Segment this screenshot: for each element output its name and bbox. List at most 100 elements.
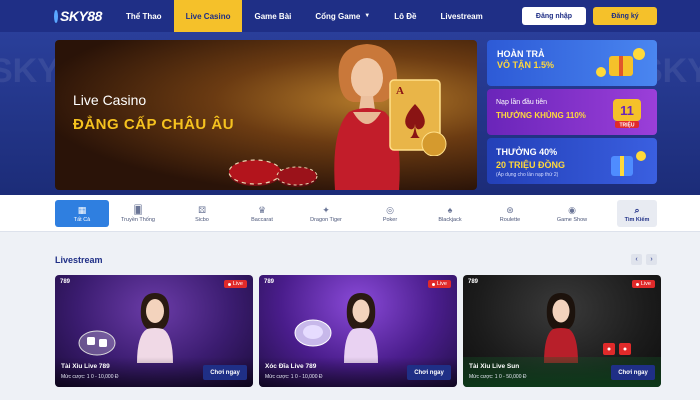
livestream-card[interactable]: 789 Live Tài Xỉu Live Sun Mức cược: 1 0 …: [463, 275, 661, 387]
gift-box-icon: [611, 151, 646, 176]
hero-section: SKY SKY Live Casino ĐẲNG CẤP CHÂU ÂU A H…: [0, 32, 700, 195]
nav-label: Cổng Game: [315, 11, 361, 21]
category-label: Tất Cả: [73, 216, 91, 223]
carousel-next-button[interactable]: ›: [646, 254, 657, 265]
category-roulette[interactable]: ⊛ Roulette: [483, 200, 537, 227]
dealer-image: [344, 293, 378, 363]
nav-item-lo-de[interactable]: Lô Đề: [382, 0, 428, 32]
xoc-dia-plate-image: [294, 319, 332, 347]
nav-item-the-thao[interactable]: Thể Thao: [114, 0, 174, 32]
category-traditional[interactable]: 🂠 Truyền Thống: [111, 200, 165, 227]
dice-image: [603, 343, 631, 355]
poker-chips-image: [228, 159, 318, 187]
register-button[interactable]: Đăng ký: [593, 7, 657, 25]
dice-cup-image: [78, 330, 116, 356]
gameshow-icon: ◉: [568, 204, 576, 215]
brand-logo: 789: [468, 279, 479, 285]
promo-line: VÔ TẬN 1.5%: [497, 60, 555, 70]
site-logo[interactable]: SKY88: [54, 4, 102, 28]
search-icon: ⌕: [634, 204, 640, 215]
category-label: Sicbo: [195, 216, 209, 223]
nav-label: Game Bài: [254, 11, 292, 21]
ace-card-image: A: [389, 79, 447, 156]
logo-badge-icon: [54, 9, 58, 23]
banner-subtitle: ĐẲNG CẤP CHÂU ÂU: [73, 116, 235, 133]
main-nav: Thể Thao Live Casino Game Bài Cổng Game ▼…: [114, 0, 495, 32]
dealer-image: [544, 293, 578, 363]
login-button[interactable]: Đăng nhập: [522, 7, 586, 25]
bet-range: Mức cược: 1 0 - 10,000 Đ: [265, 374, 323, 380]
nav-label: Lô Đề: [394, 11, 417, 21]
category-game-show[interactable]: ◉ Game Show: [545, 200, 599, 227]
svg-text:A: A: [396, 85, 404, 97]
promo-banner-rebate[interactable]: HOÀN TRẢ VÔ TẬN 1.5%: [487, 40, 657, 86]
nav-label: Livestream: [440, 11, 483, 21]
blackjack-icon: ♠: [447, 204, 453, 215]
game-name: Xóc Đĩa Live 789: [265, 363, 317, 370]
category-label: Tìm Kiếm: [624, 216, 650, 223]
category-label: Truyền Thống: [121, 216, 155, 223]
live-badge: Live: [631, 280, 655, 288]
grid-icon: ▦: [77, 204, 87, 215]
live-badge: Live: [223, 280, 247, 288]
nav-item-live-casino[interactable]: Live Casino: [173, 0, 243, 32]
live-badge-label: Live: [436, 281, 447, 287]
livestream-card[interactable]: 789 Live Tài Xỉu Live 789 Mức cược: 1 0 …: [55, 275, 253, 387]
livestream-card[interactable]: 789 Live Xóc Đĩa Live 789 Mức cược: 1 0 …: [259, 275, 457, 387]
brand-logo: 789: [264, 279, 275, 285]
nav-item-game-bai[interactable]: Game Bài: [242, 0, 303, 32]
main-banner[interactable]: Live Casino ĐẲNG CẤP CHÂU ÂU A: [55, 40, 477, 190]
category-label: Dragon Tiger: [310, 216, 342, 223]
promo-banner-second-deposit[interactable]: THƯỞNG 40% 20 TRIỆU ĐỒNG (Áp dụng cho lầ…: [487, 138, 657, 184]
nav-item-livestream[interactable]: Livestream: [428, 0, 494, 32]
live-badge-label: Live: [232, 281, 243, 287]
live-dot-icon: [227, 282, 231, 286]
category-sicbo[interactable]: ⚄ Sicbo: [175, 200, 229, 227]
game-name: Tài Xỉu Live Sun: [469, 363, 520, 370]
promo-note: (Áp dụng cho lần nạp thứ 2): [496, 172, 559, 178]
bonus-badge-icon: 11 TRIỆU: [613, 99, 641, 129]
category-label: Game Show: [556, 216, 588, 223]
category-baccarat[interactable]: ♛ Baccarat: [235, 200, 289, 227]
roulette-icon: ⊛: [506, 204, 514, 215]
carousel-prev-button[interactable]: ‹: [631, 254, 642, 265]
baccarat-icon: ♛: [257, 204, 267, 215]
bet-range: Mức cược: 1 0 - 50,000 Đ: [469, 374, 527, 380]
promo-badge-number: 11: [620, 103, 634, 118]
live-badge: Live: [427, 280, 451, 288]
dragon-icon: ✦: [322, 204, 330, 215]
category-label: Blackjack: [438, 216, 462, 223]
promo-badge-word: TRIỆU: [620, 121, 635, 129]
top-header: SKY88 Thể Thao Live Casino Game Bài Cổng…: [0, 0, 700, 32]
category-all[interactable]: ▦ Tất Cả: [55, 200, 109, 227]
category-poker[interactable]: ◎ Poker: [363, 200, 417, 227]
promo-banner-first-deposit[interactable]: Nạp lần đầu tiên THƯỞNG KHỦNG 110% 11 TR…: [487, 89, 657, 135]
logo-text: SKY88: [60, 8, 102, 24]
game-name: Tài Xỉu Live 789: [61, 363, 110, 370]
brand-logo: 789: [60, 279, 71, 285]
play-now-button[interactable]: Chơi ngay: [203, 365, 247, 380]
play-now-button[interactable]: Chơi ngay: [407, 365, 451, 380]
dice-icon: ⚄: [198, 204, 206, 215]
live-dot-icon: [431, 282, 435, 286]
promo-line: THƯỞNG 40%: [496, 147, 558, 157]
play-now-button[interactable]: Chơi ngay: [611, 365, 655, 380]
nav-item-cong-game[interactable]: Cổng Game ▼: [303, 0, 382, 32]
cards-icon: 🂠: [133, 204, 143, 215]
dealer-image: [137, 293, 173, 363]
category-search-button[interactable]: ⌕ Tìm Kiếm: [617, 200, 657, 227]
category-blackjack[interactable]: ♠ Blackjack: [423, 200, 477, 227]
category-dragon-tiger[interactable]: ✦ Dragon Tiger: [299, 200, 353, 227]
live-badge-label: Live: [640, 281, 651, 287]
category-bar: ▦ Tất Cả 🂠 Truyền Thống ⚄ Sicbo ♛ Baccar…: [0, 195, 700, 232]
nav-label: Live Casino: [185, 11, 231, 21]
hero-background-text: SKY: [0, 52, 60, 90]
promo-text: HOÀN TRẢ VÔ TẬN 1.5%: [497, 49, 554, 71]
gift-box-icon: [596, 48, 645, 77]
category-label: Baccarat: [251, 216, 273, 223]
poker-chip-icon: ◎: [386, 204, 394, 215]
category-label: Roulette: [499, 216, 521, 223]
section-title-livestream: Livestream: [55, 255, 103, 265]
promo-line: HOÀN TRẢ: [497, 49, 545, 59]
live-dot-icon: [635, 282, 639, 286]
